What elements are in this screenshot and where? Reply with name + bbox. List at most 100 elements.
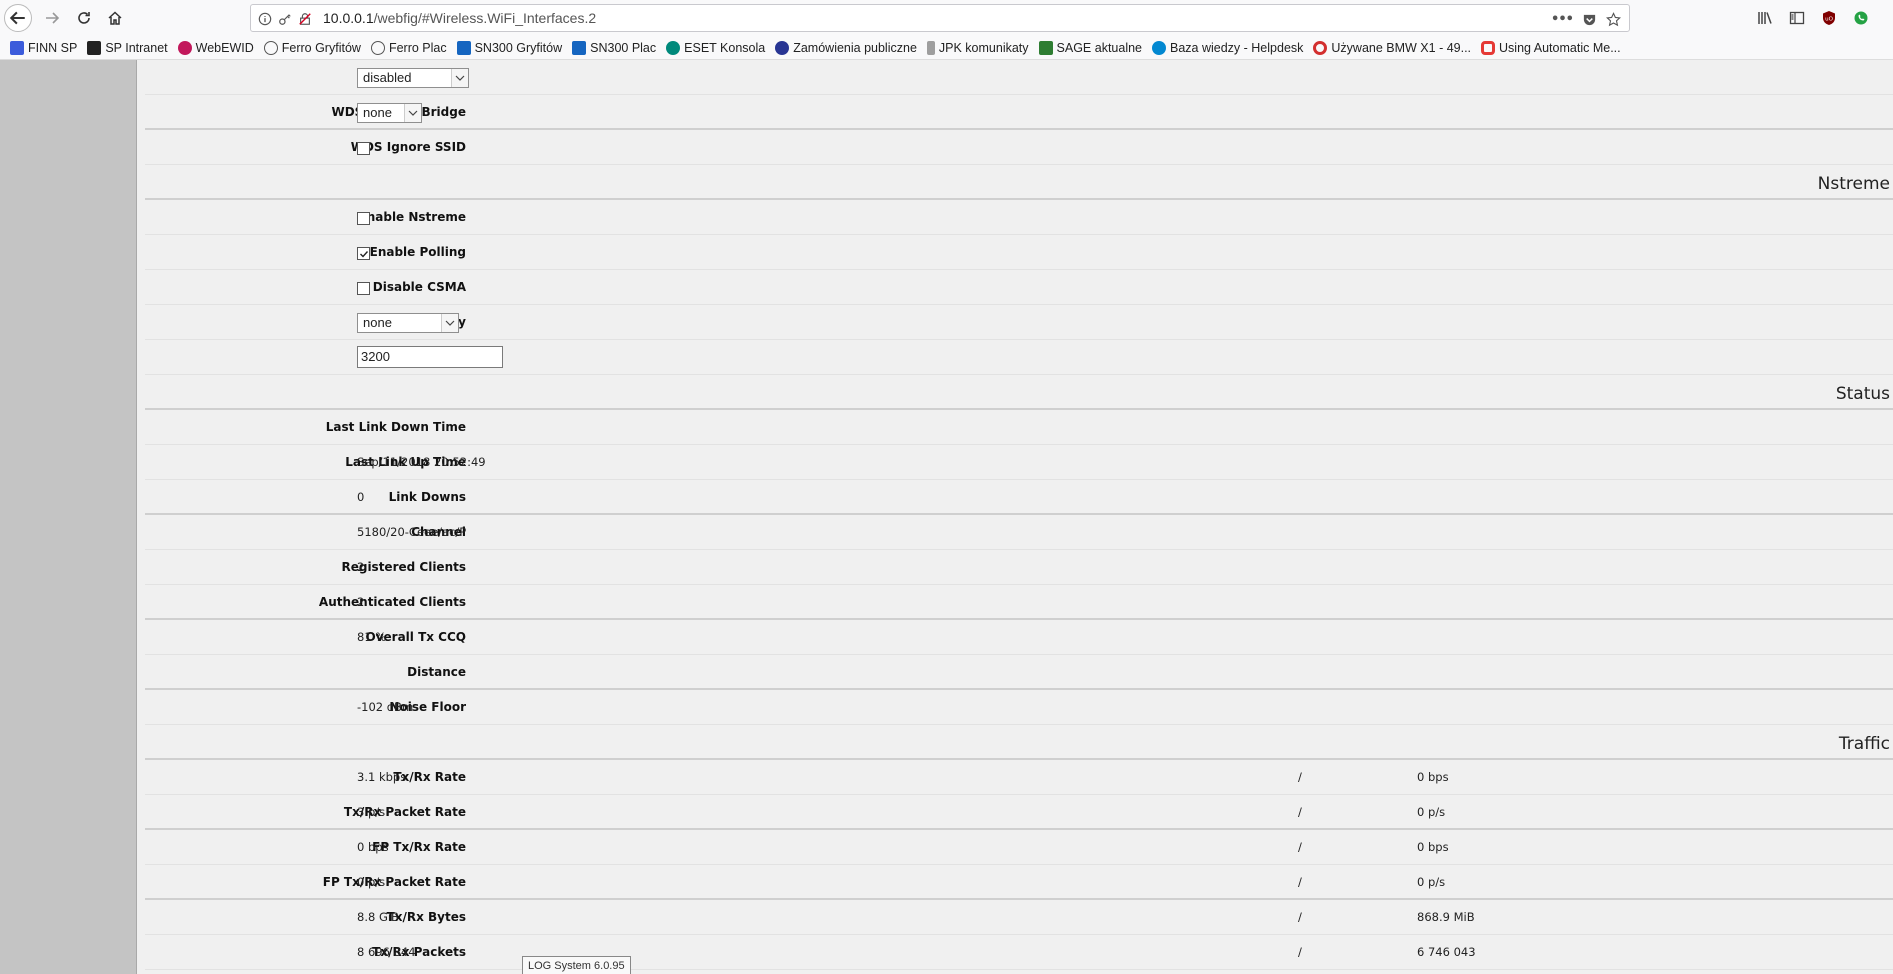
- section-traffic: Traffic: [145, 725, 1893, 760]
- webfig-page: WDS Mode disabled WDS Default Bridge non…: [0, 60, 1893, 974]
- jpk-icon: [926, 40, 935, 55]
- bookmark-eset-konsola[interactable]: ESET Konsola: [666, 40, 766, 55]
- url-bar[interactable]: 10.0.0.1/webfig/#Wireless.WiFi_Interface…: [250, 4, 1630, 32]
- section-status: Status: [145, 375, 1893, 410]
- page-actions-button[interactable]: •••: [1551, 9, 1574, 29]
- traffic-row: Tx/Rx Rate 3.1 kbps / 0 bps: [145, 760, 1893, 795]
- bookmark-baza-wiedzy[interactable]: Baza wiedzy - Helpdesk: [1152, 40, 1303, 55]
- tx-value: 8.8 GiB: [357, 910, 399, 924]
- rx-value: 0 bps: [1417, 770, 1449, 784]
- svg-text:uO: uO: [1825, 17, 1833, 23]
- select-value: none: [363, 315, 392, 330]
- status-row: Registered Clients 2: [145, 550, 1893, 585]
- section-title: Traffic: [1838, 734, 1890, 754]
- browser-toolbar: 10.0.0.1/webfig/#Wireless.WiFi_Interface…: [0, 0, 1893, 36]
- bookmark-label: ESET Konsola: [684, 40, 766, 55]
- pocket-icon[interactable]: [1579, 9, 1599, 29]
- bookmark-label: JPK komunikaty: [938, 40, 1029, 55]
- intranet-icon: [87, 40, 102, 55]
- value-separator: /: [1298, 770, 1302, 784]
- home-button[interactable]: [101, 4, 129, 32]
- info-icon[interactable]: [257, 11, 273, 27]
- traffic-row: FP Tx/Rx Rate 0 bps / 0 bps: [145, 830, 1893, 865]
- bookmark-sage-aktualne[interactable]: SAGE aktualne: [1038, 40, 1142, 55]
- status-row: Overall Tx CCQ 81 %: [145, 620, 1893, 655]
- field-label: Enable Nstreme: [358, 210, 466, 224]
- traffic-row: Tx/Rx Packets 8 696 844 / 6 746 043: [145, 935, 1893, 970]
- key-icon[interactable]: [277, 11, 293, 27]
- ublock-icon[interactable]: uO: [1819, 8, 1839, 28]
- row-wds-ignore-ssid: WDS Ignore SSID: [145, 130, 1893, 165]
- row-wds-mode: WDS Mode disabled: [145, 60, 1893, 95]
- enable-nstreme-checkbox[interactable]: [357, 212, 370, 225]
- status-row: Channel 5180/20-Ceee/ac/P: [145, 515, 1893, 550]
- tx-value: 3.1 kbps: [357, 770, 407, 784]
- url-text[interactable]: 10.0.0.1/webfig/#Wireless.WiFi_Interface…: [323, 10, 596, 26]
- field-label: Last Link Down Time: [325, 420, 466, 434]
- field-value: 5180/20-Ceee/ac/P: [357, 525, 467, 539]
- forward-button[interactable]: [38, 4, 66, 32]
- bookmark-jpk-komunikaty[interactable]: JPK komunikaty: [926, 40, 1029, 55]
- home-icon: [107, 10, 123, 26]
- tx-value: 0 p/s: [357, 875, 386, 889]
- reload-icon: [76, 10, 92, 26]
- library-icon[interactable]: [1755, 8, 1775, 28]
- whatsapp-icon[interactable]: [1851, 8, 1871, 28]
- bookmark-sn300-gryfitow[interactable]: SN300 Gryfitów: [456, 40, 562, 55]
- bank-icon: [10, 40, 24, 55]
- bookmark-label: SAGE aktualne: [1056, 40, 1142, 55]
- field-label: Distance: [407, 665, 466, 679]
- eset-icon: [666, 40, 681, 55]
- bookmark-label: Używane BMW X1 - 49...: [1331, 40, 1472, 55]
- section-title: Status: [1835, 384, 1890, 404]
- value-separator: /: [1298, 875, 1302, 889]
- select-value: disabled: [363, 70, 412, 85]
- bookmark-ferro-gryfitow[interactable]: Ferro Gryfitów: [263, 40, 361, 55]
- left-menu-panel: [0, 60, 137, 974]
- wds-mode-select[interactable]: disabled: [357, 68, 469, 88]
- globe-icon: [263, 40, 278, 55]
- bookmark-finn-sp[interactable]: FINN SP: [10, 40, 78, 55]
- chevron-down-icon: [451, 69, 468, 87]
- forward-arrow-icon: [44, 10, 60, 26]
- traffic-row: Tx/Rx Bytes 8.8 GiB / 868.9 MiB: [145, 900, 1893, 935]
- checkmark-icon: [359, 250, 368, 258]
- status-row: Last Link Up Time Sep/11/2018 20:52:49: [145, 445, 1893, 480]
- bookmark-sn300-plac[interactable]: SN300 Plac: [572, 40, 657, 55]
- enable-polling-checkbox[interactable]: [357, 247, 370, 260]
- row-wds-default-bridge: WDS Default Bridge none: [145, 95, 1893, 130]
- traffic-row: Tx/Rx Packet Rate 3 p/s / 0 p/s: [145, 795, 1893, 830]
- disable-csma-checkbox[interactable]: [357, 282, 370, 295]
- e-icon: [775, 40, 790, 55]
- wds-default-bridge-select[interactable]: none: [357, 103, 422, 123]
- field-value: Sep/11/2018 20:52:49: [357, 455, 486, 469]
- url-path: /webfig/#Wireless.WiFi_Interfaces.2: [373, 10, 597, 26]
- bookmark-label: FINN SP: [28, 40, 78, 55]
- bookmark-zamowienia-publiczne[interactable]: Zamówienia publiczne: [775, 40, 917, 55]
- field-value: -102 dBm: [357, 700, 414, 714]
- framer-policy-select[interactable]: none: [357, 313, 459, 333]
- wds-ignore-ssid-checkbox[interactable]: [357, 142, 370, 155]
- field-label: FP Tx/Rx Packet Rate: [322, 875, 466, 889]
- status-row: Last Link Down Time: [145, 410, 1893, 445]
- bookmark-label: SN300 Plac: [590, 40, 657, 55]
- bookmark-using-automatic[interactable]: Using Automatic Me...: [1481, 40, 1621, 55]
- row-enable-nstreme: Enable Nstreme: [145, 200, 1893, 235]
- status-row: Noise Floor -102 dBm: [145, 690, 1893, 725]
- reload-button[interactable]: [70, 4, 98, 32]
- field-label: Authenticated Clients: [318, 595, 466, 609]
- bookmark-uzywane-bmw[interactable]: Używane BMW X1 - 49...: [1313, 40, 1472, 55]
- sidebar-icon[interactable]: [1787, 8, 1807, 28]
- bookmark-sp-intranet[interactable]: SP Intranet: [87, 40, 168, 55]
- back-button[interactable]: [4, 4, 32, 32]
- field-value: 0: [357, 490, 365, 504]
- insecure-lock-icon[interactable]: [297, 11, 313, 27]
- bookmark-ferro-plac[interactable]: Ferro Plac: [370, 40, 447, 55]
- field-label: Link Downs: [388, 490, 466, 504]
- bookmark-star-icon[interactable]: [1603, 9, 1623, 29]
- bookmark-webewid[interactable]: WebEWID: [177, 40, 254, 55]
- field-value: 2: [357, 560, 365, 574]
- framer-limit-input[interactable]: 3200: [357, 346, 503, 368]
- status-row: Link Downs 0: [145, 480, 1893, 515]
- value-separator: /: [1298, 840, 1302, 854]
